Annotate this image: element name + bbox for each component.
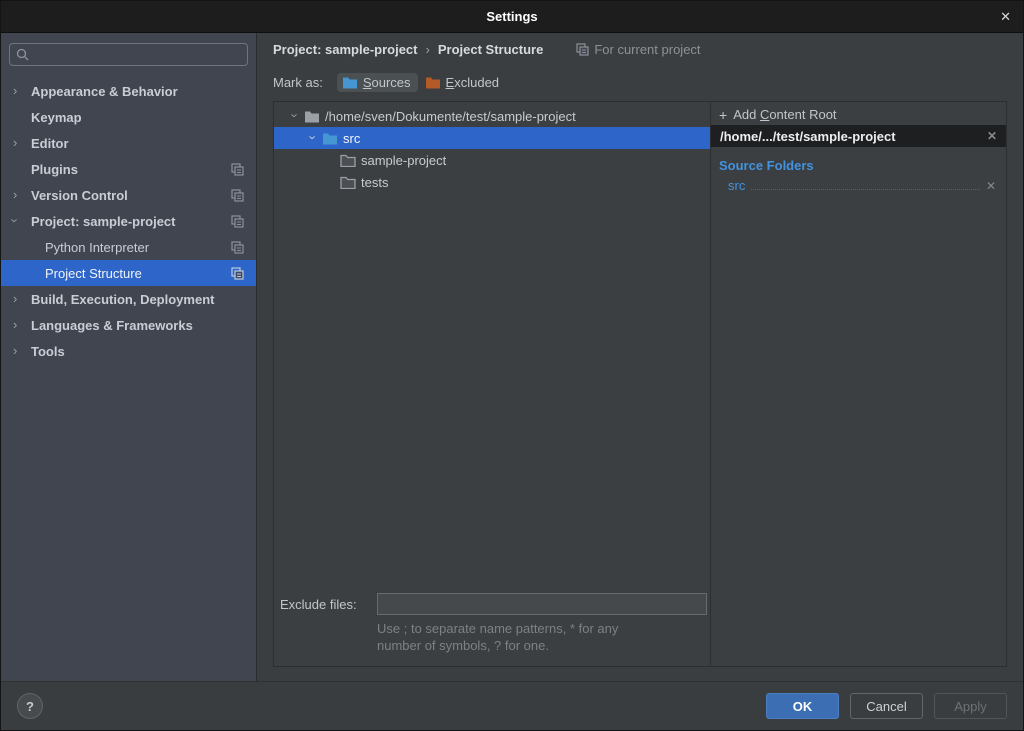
tree-row-sample-project[interactable]: sample-project <box>274 149 710 171</box>
title-bar: Settings ✕ <box>1 1 1023 33</box>
folder-icon <box>304 109 320 123</box>
mark-as-toolbar: Mark as: Sources Excluded <box>273 69 1007 95</box>
help-icon: ? <box>26 699 34 714</box>
mark-as-excluded-button[interactable]: Excluded <box>420 73 506 92</box>
sidebar-item-appearance-behavior[interactable]: › Appearance & Behavior <box>1 78 256 104</box>
breadcrumb-separator: › <box>426 42 430 57</box>
close-icon[interactable]: ✕ <box>1000 1 1011 33</box>
current-project-icon <box>230 214 244 228</box>
remove-source-folder-icon[interactable]: ✕ <box>986 179 996 193</box>
folder-icon <box>340 175 356 189</box>
settings-dialog: Settings ✕ › Appearance & Behavior Keyma… <box>0 0 1024 731</box>
sidebar-item-project[interactable]: › Project: sample-project <box>1 208 256 234</box>
apply-button: Apply <box>934 693 1007 719</box>
help-button[interactable]: ? <box>17 693 43 719</box>
ok-button[interactable]: OK <box>766 693 839 719</box>
window-title: Settings <box>486 9 537 24</box>
add-content-root-button[interactable]: + Add Content Root <box>711 104 1006 125</box>
content-root-tree-panel: › /home/sven/Dokumente/test/sample-proje… <box>274 102 711 666</box>
search-icon <box>16 48 29 61</box>
sidebar-item-plugins[interactable]: Plugins <box>1 156 256 182</box>
sidebar-item-tools[interactable]: › Tools <box>1 338 256 364</box>
mark-as-label: Mark as: <box>273 75 323 90</box>
current-project-icon <box>230 162 244 176</box>
exclude-files-input[interactable] <box>377 593 707 615</box>
current-project-icon <box>575 42 589 56</box>
content-root-path: /home/.../test/sample-project <box>720 129 896 144</box>
sidebar-item-editor[interactable]: › Editor <box>1 130 256 156</box>
exclude-files-label: Exclude files: <box>280 597 377 612</box>
chevron-right-icon[interactable]: › <box>13 318 31 333</box>
folder-icon <box>340 153 356 167</box>
breadcrumb-project: Project: sample-project <box>273 42 418 57</box>
exclude-files-row: Exclude files: <box>274 593 710 615</box>
sidebar-nav: › Appearance & Behavior Keymap › Editor … <box>1 78 256 364</box>
chevron-right-icon[interactable]: › <box>13 344 31 359</box>
source-folder-icon <box>342 75 358 89</box>
sidebar-item-project-structure[interactable]: Project Structure <box>1 260 256 286</box>
tree-row-tests[interactable]: tests <box>274 171 710 193</box>
breadcrumb-page: Project Structure <box>438 42 543 57</box>
content-roots-panel: + Add Content Root /home/.../test/sample… <box>711 102 1006 666</box>
search-box[interactable] <box>9 43 248 66</box>
tree-row-content-root[interactable]: › /home/sven/Dokumente/test/sample-proje… <box>274 105 710 127</box>
chevron-right-icon[interactable]: › <box>13 188 31 203</box>
dialog-footer: ? OK Cancel Apply <box>1 681 1023 730</box>
chevron-right-icon[interactable]: › <box>13 84 31 99</box>
main-panel: Project: sample-project › Project Struct… <box>257 33 1023 681</box>
source-folders-heading: Source Folders <box>719 158 998 173</box>
search-input[interactable] <box>34 47 241 62</box>
sidebar-item-languages-frameworks[interactable]: › Languages & Frameworks <box>1 312 256 338</box>
exclude-files-hint: Use ; to separate name patterns, * for a… <box>377 620 717 654</box>
chevron-down-icon[interactable]: › <box>13 214 31 229</box>
chevron-down-icon[interactable]: › <box>304 131 322 146</box>
directory-tree: › /home/sven/Dokumente/test/sample-proje… <box>274 102 710 193</box>
sidebar-item-python-interpreter[interactable]: Python Interpreter <box>1 234 256 260</box>
source-folder-icon <box>322 131 338 145</box>
excluded-folder-icon <box>425 75 441 89</box>
remove-content-root-icon[interactable]: ✕ <box>987 129 997 143</box>
chevron-down-icon[interactable]: › <box>286 109 304 124</box>
sidebar-item-version-control[interactable]: › Version Control <box>1 182 256 208</box>
source-folder-entry[interactable]: src ✕ <box>711 176 1006 196</box>
tree-row-src[interactable]: › src <box>274 127 710 149</box>
chevron-right-icon[interactable]: › <box>13 136 31 151</box>
current-project-icon <box>230 188 244 202</box>
current-project-icon <box>230 240 244 254</box>
chevron-right-icon[interactable]: › <box>13 292 31 307</box>
sidebar-item-keymap[interactable]: Keymap <box>1 104 256 130</box>
scope-indicator: For current project <box>575 42 700 57</box>
breadcrumb: Project: sample-project › Project Struct… <box>273 33 1007 65</box>
settings-sidebar: › Appearance & Behavior Keymap › Editor … <box>1 33 257 681</box>
dotted-leader <box>751 176 980 190</box>
source-folder-name: src <box>728 178 745 193</box>
current-project-icon <box>230 266 244 280</box>
content-root-entry[interactable]: /home/.../test/sample-project ✕ <box>711 125 1006 147</box>
plus-icon: + <box>719 107 727 123</box>
sidebar-item-build-execution-deployment[interactable]: › Build, Execution, Deployment <box>1 286 256 312</box>
cancel-button[interactable]: Cancel <box>850 693 923 719</box>
mark-as-sources-button[interactable]: Sources <box>337 73 418 92</box>
